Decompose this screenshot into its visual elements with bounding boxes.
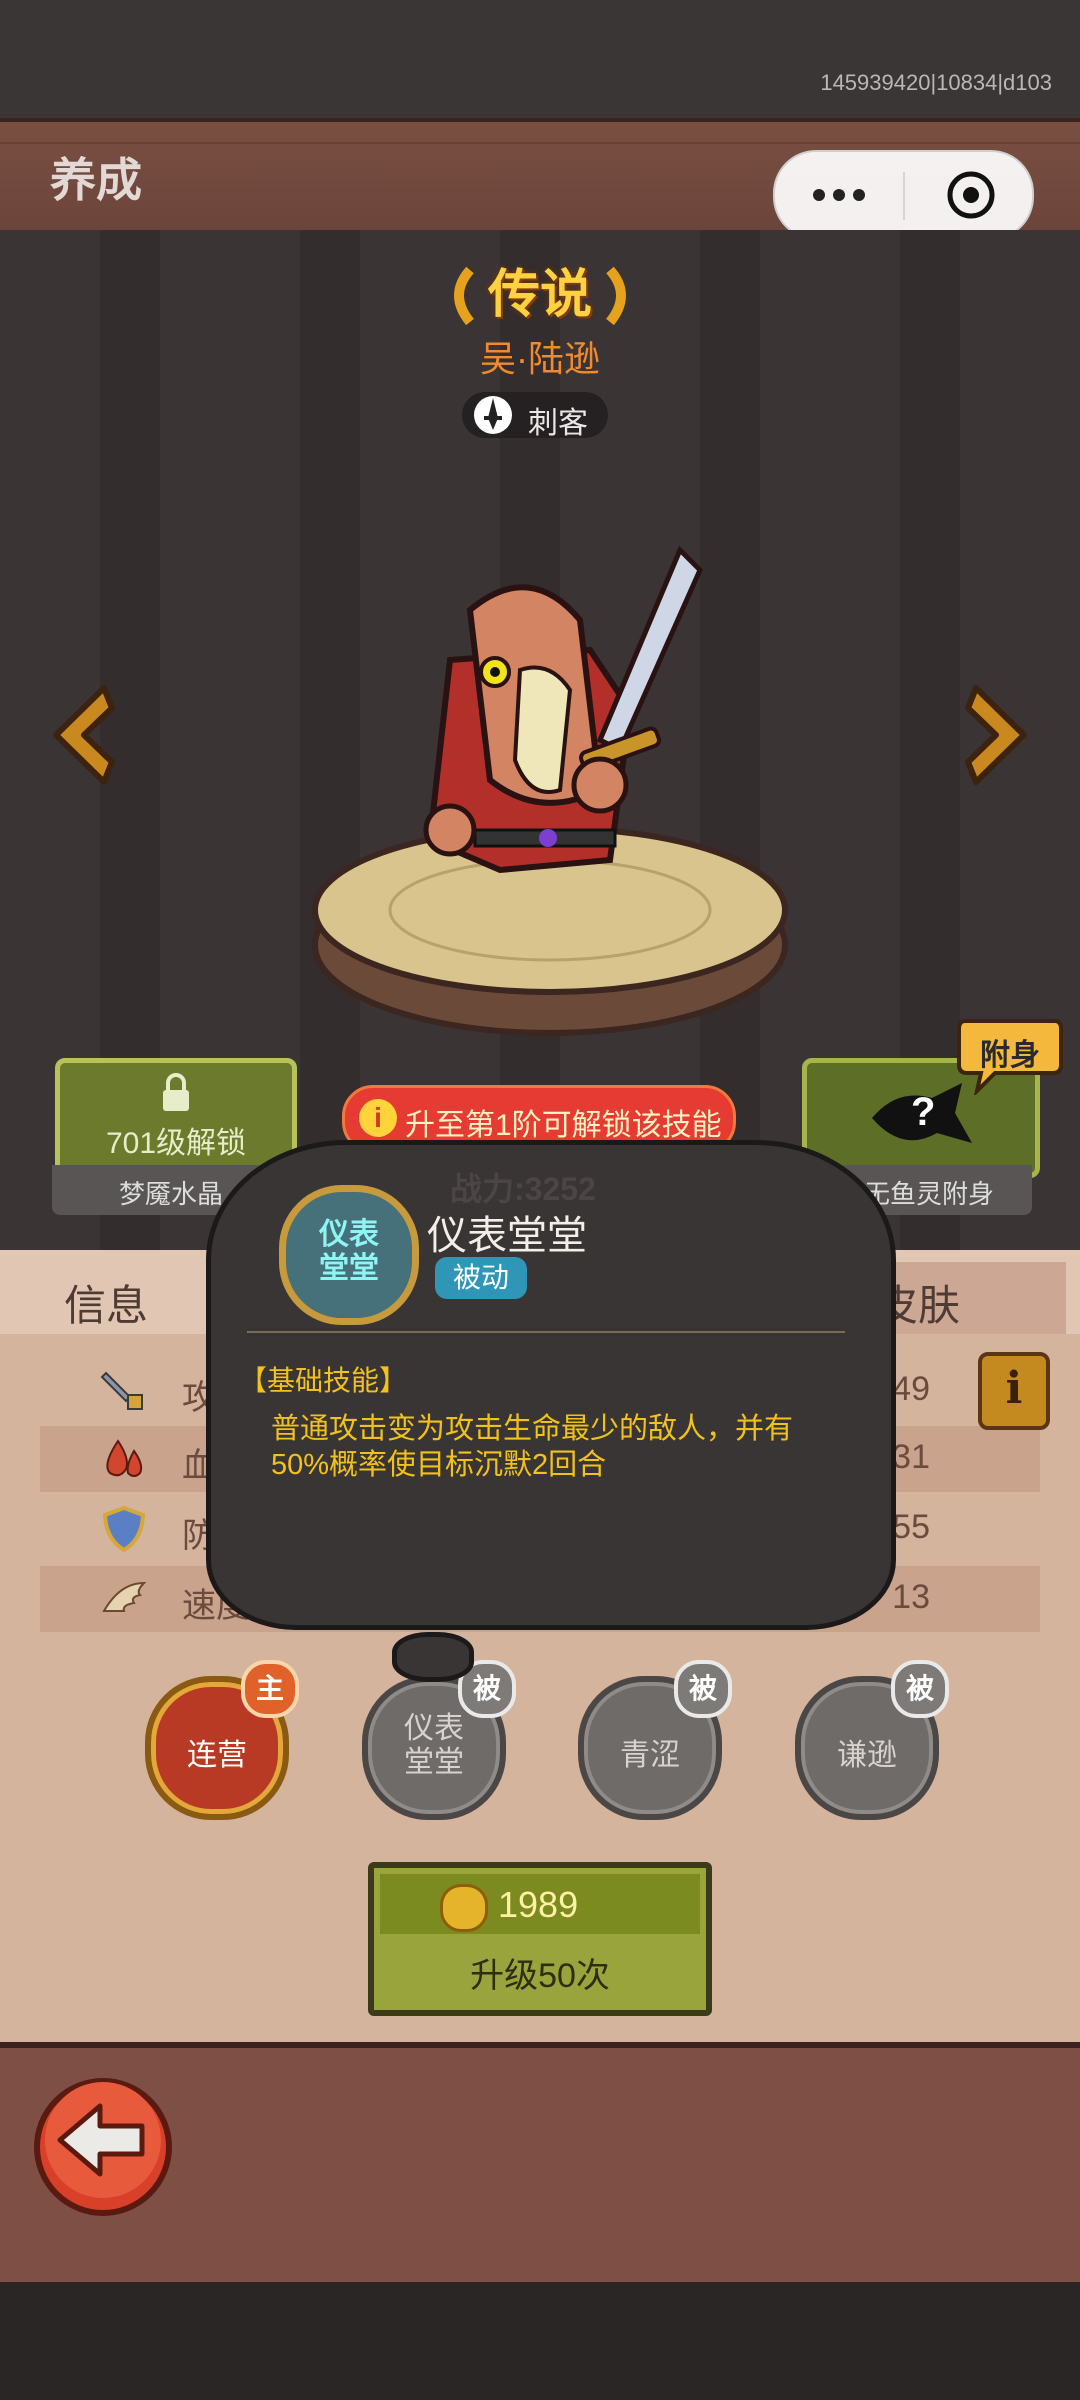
skill-lianying[interactable]: 连营 主 [145, 1660, 299, 1820]
combat-power: 战力:3252 [450, 1171, 596, 1207]
rarity-badge: 传说 [440, 252, 640, 332]
sword-icon [100, 1371, 143, 1410]
skill-name: 仪表 堂堂 [404, 1712, 464, 1779]
skill-yibiaotangtang[interactable]: 仪表 堂堂 被 [362, 1660, 516, 1820]
lock-icon [163, 1073, 189, 1111]
capsule-divider [903, 172, 905, 220]
divider [247, 1331, 845, 1333]
skill-name: 连营 [187, 1739, 247, 1772]
skill-tooltip-heading: 【基础技能】 [239, 1365, 408, 1396]
footer-bar [0, 2282, 1080, 2400]
svg-text:?: ? [911, 1090, 935, 1134]
class-label: 刺客 [528, 407, 588, 440]
status-area: 145939420|10834|d103 [0, 0, 1080, 120]
stat-value: 13 [892, 1578, 930, 1616]
assassin-dagger-icon [474, 396, 512, 434]
skill-qianxun[interactable]: 谦逊 被 [795, 1660, 949, 1820]
close-target-icon[interactable] [945, 169, 997, 221]
hero-name: 吴·陆逊 [480, 338, 600, 379]
skill-tooltip: 仪表 堂堂 仪表堂堂 被动 【基础技能】 普通攻击变为攻击生命最少的敌人，并有5… [206, 1140, 896, 1630]
skill-tooltip-name: 仪表堂堂 [427, 1214, 587, 1258]
tooltip-tail [392, 1632, 474, 1682]
more-icon-dot [853, 189, 865, 201]
possess-badge-text: 附身 [980, 1039, 1040, 1072]
debug-id-text: 145939420|10834|d103 [820, 70, 1052, 95]
upgrade-cost: 1989 [498, 1884, 579, 1925]
next-hero-arrow-icon[interactable] [958, 680, 1038, 790]
skill-qingse[interactable]: 青涩 被 [578, 1660, 732, 1820]
more-icon[interactable] [813, 189, 825, 201]
miniprogram-capsule [773, 150, 1034, 240]
tab-info-label: 信息 [64, 1282, 149, 1329]
upgrade-label: 升级50次 [470, 1957, 610, 1995]
skill-badge-passive: 被 [674, 1660, 732, 1718]
class-badge: 刺客 [462, 392, 608, 440]
skill-tooltip-icon-text: 仪表 堂堂 [319, 1218, 379, 1285]
unlock-level-text: 701级解锁 [105, 1127, 247, 1160]
shield-icon [102, 1505, 146, 1553]
info-icon: i [359, 1099, 397, 1137]
prev-hero-arrow-icon[interactable] [42, 680, 122, 790]
page-title: 养成 [50, 154, 142, 206]
upgrade-button[interactable]: 1989 升级50次 [368, 1862, 712, 2016]
coin-icon [440, 1884, 488, 1932]
header-bar: 养成 [0, 118, 1080, 240]
stats-info-button[interactable]: i [978, 1352, 1050, 1430]
skill-tooltip-icon: 仪表 堂堂 [279, 1185, 419, 1325]
wing-icon [102, 1581, 147, 1612]
rarity-label: 传说 [487, 266, 592, 324]
hero-character-art [312, 545, 788, 1036]
unlock-tip-text: 升至第1阶可解锁该技能 [405, 1109, 722, 1142]
skill-name: 谦逊 [837, 1739, 897, 1772]
skill-name: 青涩 [620, 1739, 680, 1772]
more-icon-dot [833, 189, 845, 201]
nightmare-crystal-panel[interactable]: 701级解锁 [55, 1058, 297, 1178]
skill-tooltip-description: 普通攻击变为攻击生命最少的敌人，并有50%概率使目标沉默2回合 [271, 1413, 794, 1481]
back-arrow-icon[interactable] [30, 2074, 176, 2220]
skill-badge-main: 主 [241, 1660, 299, 1718]
blood-icon [106, 1439, 143, 1477]
skill-type-badge: 被动 [435, 1257, 527, 1299]
skill-badge-passive: 被 [891, 1660, 949, 1718]
